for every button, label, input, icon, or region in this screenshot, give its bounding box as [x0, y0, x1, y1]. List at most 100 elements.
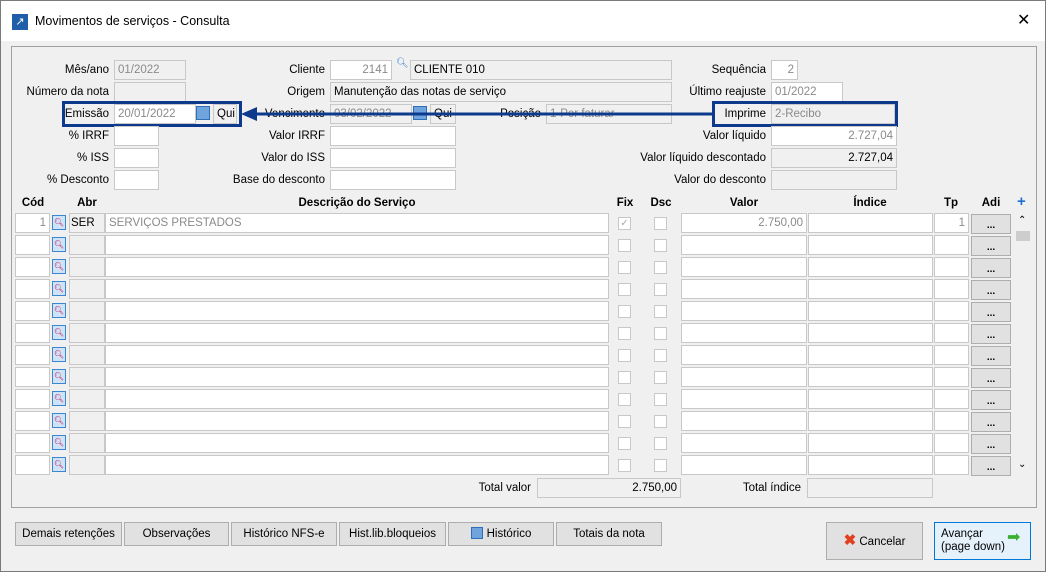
tp-cell[interactable]: [934, 323, 969, 343]
tp-cell[interactable]: [934, 235, 969, 255]
dsc-checkbox[interactable]: [654, 327, 667, 340]
adi-button[interactable]: ...: [971, 302, 1011, 322]
valor-cell[interactable]: [681, 301, 807, 321]
dsc-checkbox[interactable]: [654, 459, 667, 472]
tp-cell[interactable]: [934, 433, 969, 453]
ultimo-reajuste-field[interactable]: 01/2022: [771, 82, 843, 102]
fix-checkbox[interactable]: [618, 305, 631, 318]
col-header-tp[interactable]: Tp: [934, 194, 968, 212]
close-button[interactable]: ✕: [1017, 10, 1030, 30]
col-header-cod[interactable]: Cód: [15, 194, 51, 212]
indice-cell[interactable]: [808, 301, 933, 321]
indice-cell[interactable]: [808, 433, 933, 453]
descricao-cell[interactable]: [105, 455, 609, 475]
cliente-code-field[interactable]: 2141: [330, 60, 392, 80]
descricao-cell[interactable]: [105, 235, 609, 255]
dsc-checkbox[interactable]: [654, 393, 667, 406]
scroll-thumb[interactable]: [1016, 231, 1030, 241]
col-header-indice[interactable]: Índice: [808, 194, 932, 212]
descricao-cell[interactable]: [105, 257, 609, 277]
valor-cell[interactable]: [681, 257, 807, 277]
descricao-cell[interactable]: [105, 433, 609, 453]
lookup-icon[interactable]: 🔍︎: [52, 303, 66, 318]
irrf-pct-field[interactable]: [114, 126, 159, 146]
adi-button[interactable]: ...: [971, 280, 1011, 300]
adi-button[interactable]: ...: [971, 214, 1011, 234]
cod-cell[interactable]: [15, 389, 50, 409]
base-desconto-field[interactable]: [330, 170, 456, 190]
valor-iss-field[interactable]: [330, 148, 456, 168]
fix-checkbox[interactable]: [618, 261, 631, 274]
col-header-descricao[interactable]: Descrição do Serviço: [105, 194, 609, 212]
scroll-up-icon[interactable]: ⌃: [1018, 215, 1026, 226]
fix-checkbox[interactable]: [618, 349, 631, 362]
indice-cell[interactable]: [808, 235, 933, 255]
demais-retencoes-button[interactable]: Demais retenções: [15, 522, 122, 546]
desconto-pct-field[interactable]: [114, 170, 159, 190]
lookup-icon[interactable]: 🔍︎: [52, 259, 66, 274]
avancar-button[interactable]: Avançar (page down) ➡: [934, 522, 1031, 560]
valor-cell[interactable]: [681, 279, 807, 299]
valor-cell[interactable]: [681, 455, 807, 475]
mes-ano-field[interactable]: 01/2022: [114, 60, 186, 80]
valor-cell[interactable]: [681, 367, 807, 387]
cod-cell[interactable]: [15, 279, 50, 299]
adi-button[interactable]: ...: [971, 346, 1011, 366]
tp-cell[interactable]: [934, 301, 969, 321]
cod-cell[interactable]: [15, 257, 50, 277]
dsc-checkbox[interactable]: [654, 239, 667, 252]
tp-cell[interactable]: [934, 411, 969, 431]
dsc-checkbox[interactable]: [654, 261, 667, 274]
descricao-cell[interactable]: [105, 323, 609, 343]
fix-checkbox[interactable]: [618, 283, 631, 296]
valor-cell[interactable]: [681, 235, 807, 255]
fix-checkbox[interactable]: [618, 459, 631, 472]
fix-checkbox[interactable]: [618, 239, 631, 252]
valor-irrf-field[interactable]: [330, 126, 456, 146]
tp-cell[interactable]: 1: [934, 213, 969, 233]
indice-cell[interactable]: [808, 257, 933, 277]
observacoes-button[interactable]: Observações: [124, 522, 229, 546]
tp-cell[interactable]: [934, 279, 969, 299]
cod-cell[interactable]: [15, 455, 50, 475]
iss-pct-field[interactable]: [114, 148, 159, 168]
valor-cell[interactable]: [681, 323, 807, 343]
lookup-icon[interactable]: 🔍︎: [52, 215, 66, 230]
totais-nota-button[interactable]: Totais da nota: [556, 522, 662, 546]
fix-checkbox[interactable]: [618, 393, 631, 406]
search-icon[interactable]: 🔍︎: [396, 58, 409, 69]
lookup-icon[interactable]: 🔍︎: [52, 325, 66, 340]
fix-checkbox[interactable]: [618, 415, 631, 428]
adi-button[interactable]: ...: [971, 434, 1011, 454]
adi-button[interactable]: ...: [971, 412, 1011, 432]
tp-cell[interactable]: [934, 455, 969, 475]
lookup-icon[interactable]: 🔍︎: [52, 237, 66, 252]
descricao-cell[interactable]: [105, 301, 609, 321]
valor-cell[interactable]: [681, 389, 807, 409]
adi-button[interactable]: ...: [971, 324, 1011, 344]
tp-cell[interactable]: [934, 367, 969, 387]
adi-button[interactable]: ...: [971, 390, 1011, 410]
tp-cell[interactable]: [934, 345, 969, 365]
historico-button[interactable]: Histórico: [448, 522, 554, 546]
fix-checkbox[interactable]: [618, 327, 631, 340]
add-row-icon[interactable]: +: [1017, 194, 1026, 210]
historico-nfse-button[interactable]: Histórico NFS-e: [231, 522, 337, 546]
dsc-checkbox[interactable]: [654, 371, 667, 384]
cod-cell[interactable]: [15, 433, 50, 453]
fix-checkbox[interactable]: ✓: [618, 217, 631, 230]
adi-button[interactable]: ...: [971, 368, 1011, 388]
hist-lib-bloqueios-button[interactable]: Hist.lib.bloqueios: [339, 522, 446, 546]
cancelar-button[interactable]: ✖ Cancelar: [826, 522, 923, 560]
cod-cell[interactable]: [15, 411, 50, 431]
numero-nota-field[interactable]: [114, 82, 186, 102]
col-header-abr[interactable]: Abr: [69, 194, 105, 212]
cod-cell[interactable]: [15, 301, 50, 321]
lookup-icon[interactable]: 🔍︎: [52, 435, 66, 450]
tp-cell[interactable]: [934, 389, 969, 409]
cod-cell[interactable]: [15, 367, 50, 387]
cod-cell[interactable]: [15, 323, 50, 343]
lookup-icon[interactable]: 🔍︎: [52, 413, 66, 428]
lookup-icon[interactable]: 🔍︎: [52, 347, 66, 362]
indice-cell[interactable]: [808, 213, 933, 233]
